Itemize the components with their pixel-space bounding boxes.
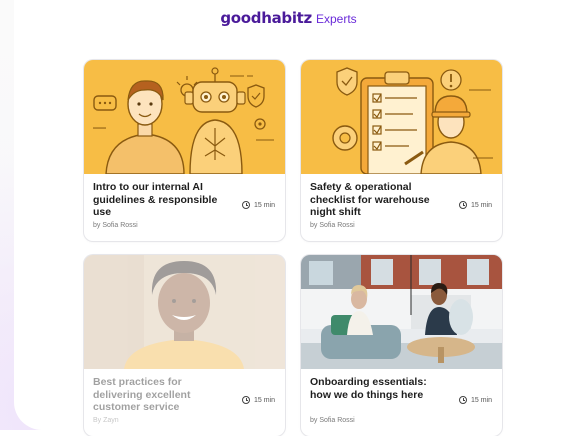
course-author: by Sofia Rossi [310,417,355,424]
ai-illustration-thumbnail [84,60,285,174]
course-author: by Sofia Rossi [93,222,138,229]
goodhabitz-logo[interactable]: goodhabitz [220,9,312,27]
course-card-onboarding[interactable]: Onboarding essentials: how we do things … [301,255,502,436]
clock-icon [458,396,467,404]
duration-badge: 15 min [458,396,492,404]
duration-label: 15 min [470,201,492,209]
course-card-customer-service[interactable]: Best practices for delivering excellent … [84,255,285,436]
duration-label: 15 min [253,396,275,404]
clock-icon [241,201,250,209]
office-photo-thumbnail [301,255,502,369]
duration-badge: 15 min [241,201,275,209]
woman-photo-thumbnail [84,255,285,369]
checklist-illustration-thumbnail [301,60,502,174]
duration-label: 15 min [253,201,275,209]
course-author: By Zayn [93,417,119,424]
course-title: Intro to our internal AI guidelines & re… [93,181,218,218]
duration-badge: 15 min [241,396,275,404]
experts-label: Experts [315,12,357,26]
course-title: Safety & operational checklist for wareh… [310,181,430,218]
app-header: goodhabitz Experts [0,9,577,28]
course-card-ai-guidelines[interactable]: Intro to our internal AI guidelines & re… [84,60,285,241]
duration-label: 15 min [470,396,492,404]
duration-badge: 15 min [458,201,492,209]
course-card-safety-checklist[interactable]: Safety & operational checklist for wareh… [301,60,502,241]
course-author: by Sofia Rossi [310,222,355,229]
course-title: Onboarding essentials: how we do things … [310,376,427,401]
course-title: Best practices for delivering excellent … [93,376,191,413]
clock-icon [241,396,250,404]
clock-icon [458,201,467,209]
